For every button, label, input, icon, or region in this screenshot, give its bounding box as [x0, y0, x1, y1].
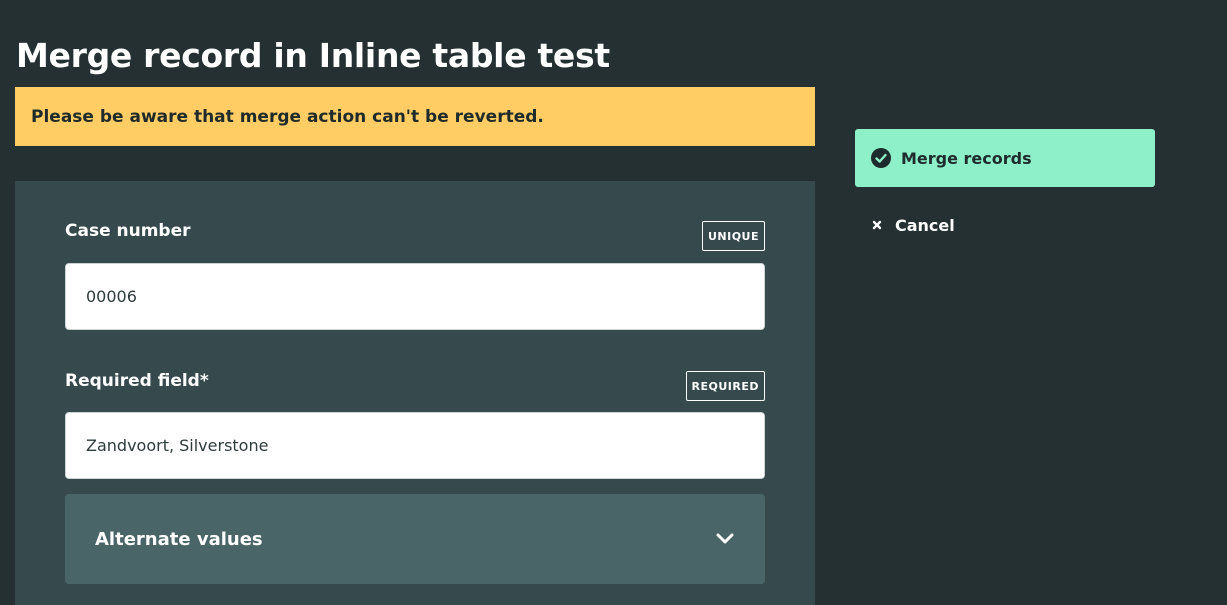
alternate-values-label: Alternate values	[95, 528, 263, 550]
unique-badge: UNIQUE	[701, 221, 765, 251]
warning-text: Please be aware that merge action can't …	[31, 106, 544, 127]
merge-form-panel: Case number UNIQUE Required field* REQUI…	[15, 181, 815, 605]
close-icon	[871, 219, 883, 231]
required-badge: REQUIRED	[685, 371, 765, 401]
required-field-label: Required field*	[65, 371, 209, 391]
warning-banner: Please be aware that merge action can't …	[15, 87, 815, 146]
required-field-input[interactable]	[65, 412, 765, 479]
merge-records-label: Merge records	[901, 148, 1032, 168]
merge-records-button[interactable]: Merge records	[855, 129, 1155, 187]
cancel-button[interactable]: Cancel	[855, 205, 971, 245]
case-number-label: Case number	[65, 221, 191, 241]
cancel-label: Cancel	[895, 215, 955, 235]
check-circle-icon	[871, 148, 891, 168]
case-number-input[interactable]	[65, 263, 765, 330]
chevron-down-icon	[715, 529, 735, 549]
page-title: Merge record in Inline table test	[16, 36, 610, 75]
alternate-values-toggle[interactable]: Alternate values	[65, 494, 765, 584]
